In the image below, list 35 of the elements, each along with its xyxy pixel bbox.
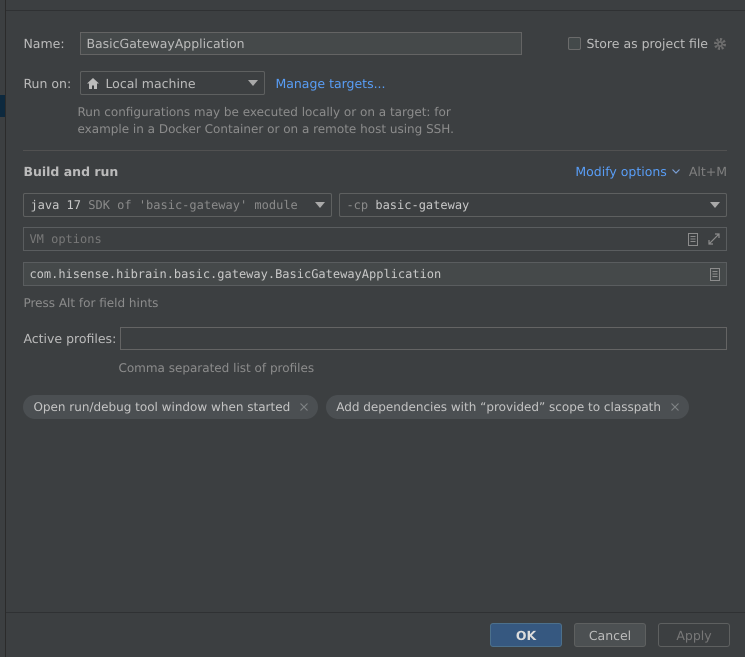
active-profiles-field[interactable] — [120, 327, 727, 350]
run-on-label: Run on: — [23, 76, 72, 90]
vm-options-field[interactable]: VM options — [23, 227, 727, 251]
name-field[interactable]: BasicGatewayApplication — [80, 32, 522, 55]
field-hint: Press Alt for field hints — [23, 295, 160, 312]
caret-icon — [710, 202, 720, 208]
store-label[interactable]: Store as project file — [586, 36, 708, 51]
expand-icon[interactable] — [708, 233, 720, 245]
modify-options-link[interactable]: Modify options — [575, 164, 667, 179]
active-profiles-label: Active profiles: — [23, 331, 118, 346]
run-on-hint: Run configurations may be executed locally or on a target: for example in a Docker Container or on a remote host using SSH. — [77, 104, 455, 138]
caret-icon — [315, 202, 326, 208]
section-title: Build and run — [23, 164, 118, 179]
ok-button[interactable]: OK — [490, 623, 562, 647]
classpath-dropdown[interactable]: -cp basic-gateway — [339, 193, 727, 217]
close-icon[interactable] — [670, 403, 679, 411]
jdk-dropdown[interactable]: java 17 SDK of 'basic-gateway' module — [23, 193, 332, 217]
sidebar-selection — [0, 95, 6, 117]
gear-icon[interactable] — [713, 36, 727, 50]
close-icon[interactable] — [300, 403, 308, 411]
cancel-button[interactable]: Cancel — [574, 623, 646, 647]
manage-targets-link[interactable]: Manage targets... — [275, 76, 386, 90]
main-class-field[interactable]: com.hisense.hibrain.basic.gateway.BasicGatewayApplication — [23, 262, 727, 286]
run-on-dropdown[interactable]: Local machine — [80, 71, 266, 95]
name-label: Name: — [23, 36, 66, 51]
active-profiles-hint: Comma separated list of profiles — [118, 360, 316, 377]
home-icon — [87, 78, 100, 88]
shortcut-label: Alt+M — [688, 164, 727, 179]
chevron-icon — [672, 169, 680, 174]
store-checkbox[interactable] — [568, 37, 582, 50]
document-icon[interactable] — [688, 232, 698, 246]
option-chip[interactable]: Add dependencies with “provided” scope to classpath — [326, 395, 689, 419]
document-icon[interactable] — [710, 268, 720, 280]
caret-icon — [248, 80, 258, 86]
option-chip[interactable]: Open run/debug tool window when started — [23, 395, 318, 419]
